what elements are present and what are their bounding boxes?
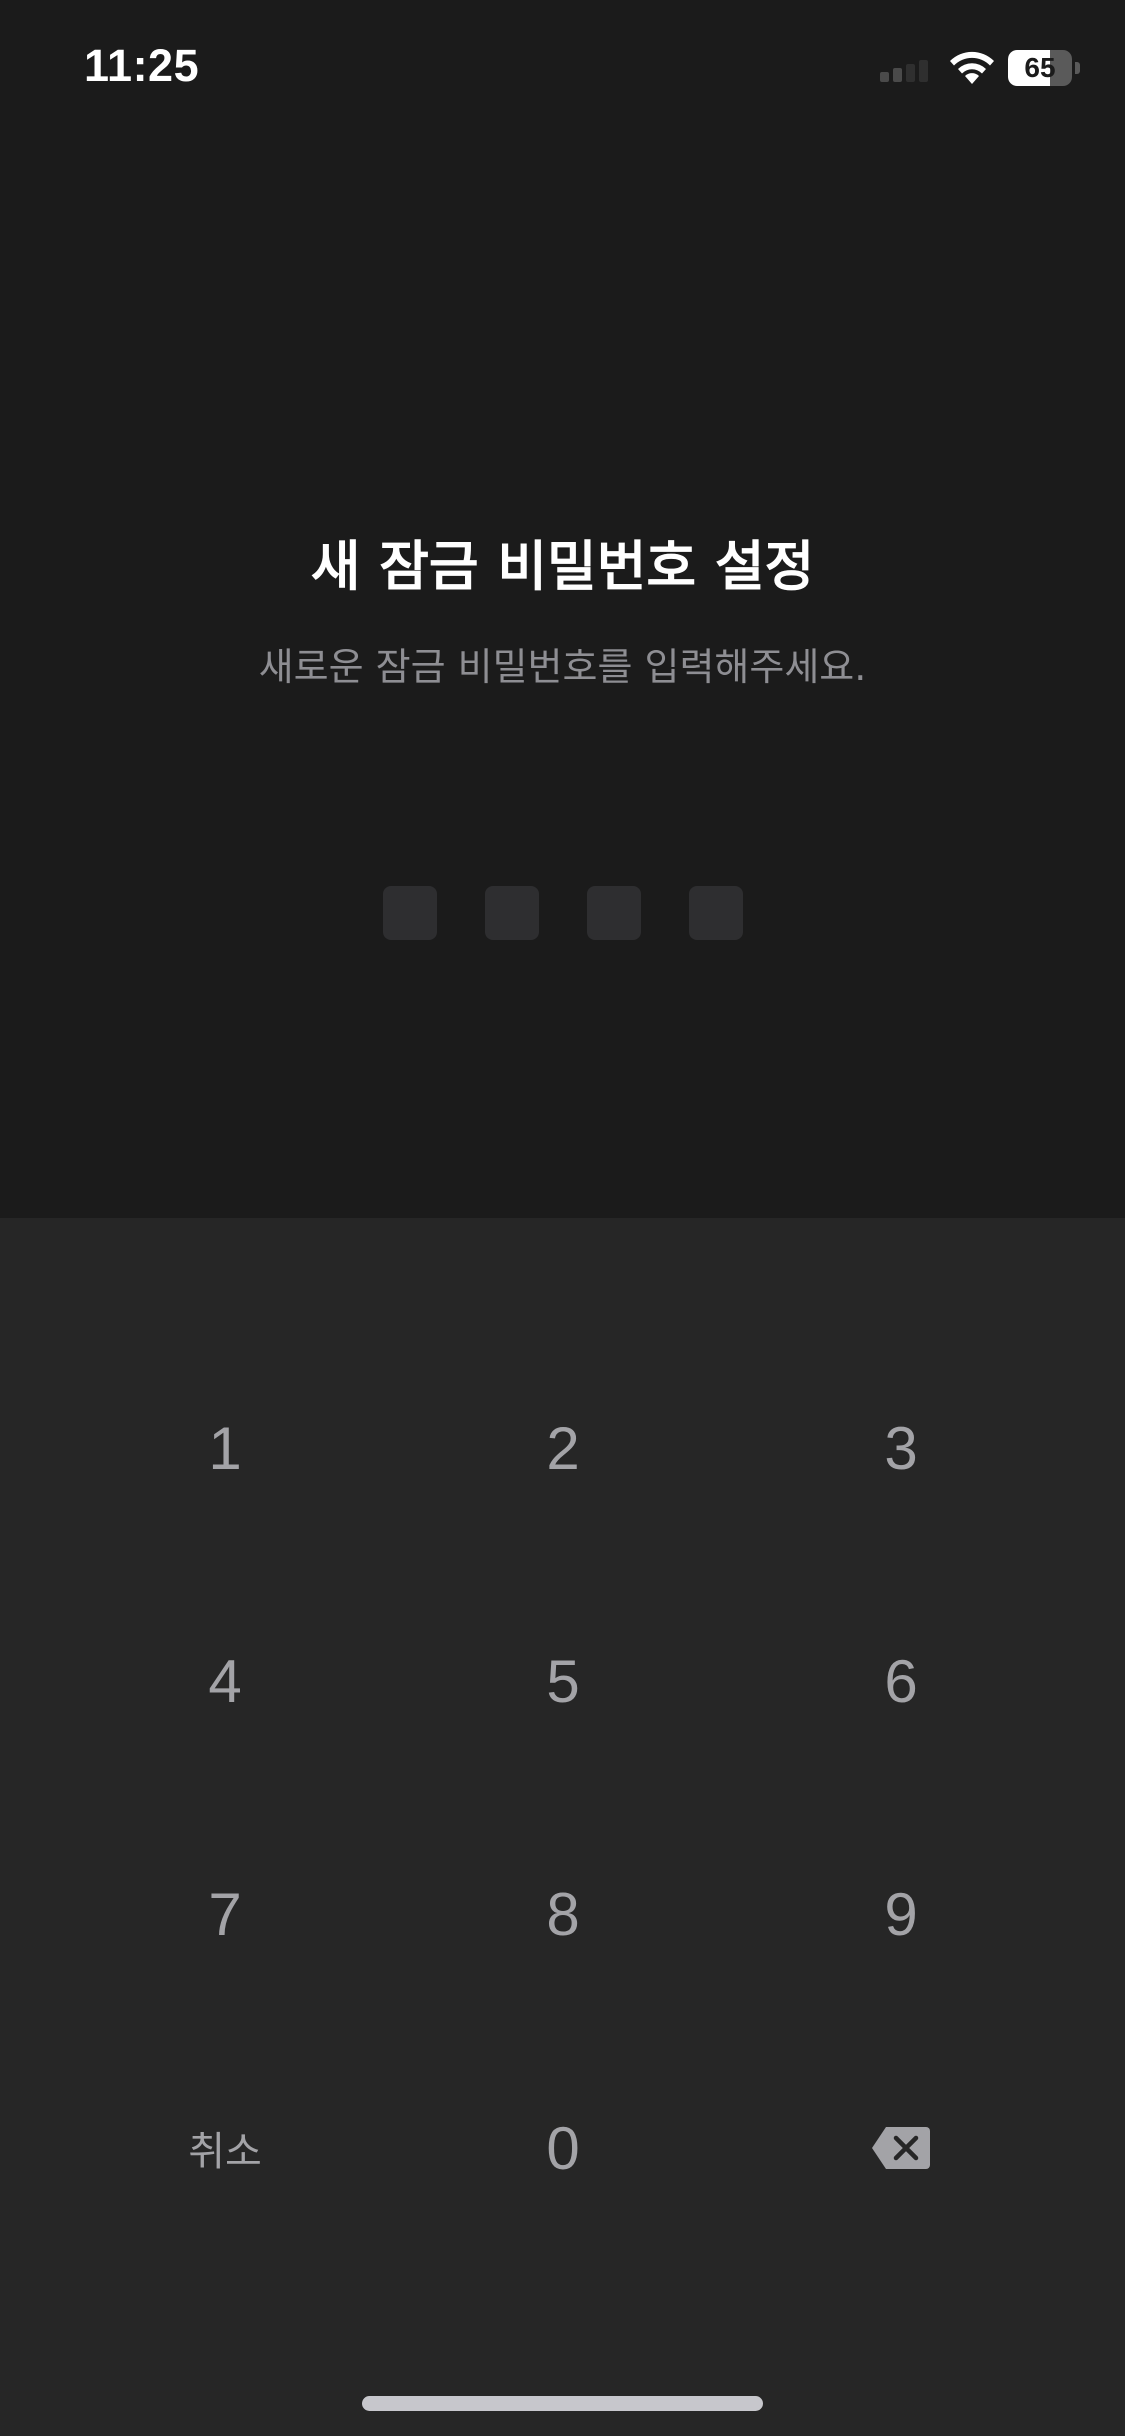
key-6[interactable]: 6 <box>732 1581 1070 1781</box>
battery-level: 65 <box>1024 52 1056 83</box>
pin-box <box>587 886 641 940</box>
top-area: 11:25 65 새 잠금 비밀번호 설정 새로운 잠금 비밀번호를 입력해주세… <box>0 0 1125 1218</box>
key-7[interactable]: 7 <box>56 1814 394 2014</box>
status-time: 11:25 <box>84 40 200 91</box>
battery-cap <box>1075 62 1080 74</box>
wifi-icon <box>950 51 994 84</box>
pin-box <box>689 886 743 940</box>
pin-indicator <box>383 886 743 942</box>
key-0[interactable]: 0 <box>394 2048 732 2248</box>
page-subtitle: 새로운 잠금 비밀번호를 입력해주세요. <box>258 645 867 689</box>
key-3[interactable]: 3 <box>732 1348 1070 1548</box>
key-9[interactable]: 9 <box>732 1814 1070 2014</box>
key-5[interactable]: 5 <box>394 1581 732 1781</box>
battery-body: 65 <box>1008 50 1072 86</box>
number-keypad: 1 2 3 4 5 6 7 8 9 취소 0 <box>0 1218 1125 2436</box>
key-4[interactable]: 4 <box>56 1581 394 1781</box>
backspace-icon <box>872 2127 930 2169</box>
key-8[interactable]: 8 <box>394 1814 732 2014</box>
pin-box <box>485 886 539 940</box>
key-1[interactable]: 1 <box>56 1348 394 1548</box>
cellular-signal-icon <box>880 52 936 82</box>
backspace-button[interactable] <box>732 2048 1070 2248</box>
page-title: 새 잠금 비밀번호 설정 <box>310 535 815 598</box>
cancel-button[interactable]: 취소 <box>56 2048 394 2248</box>
home-indicator[interactable] <box>362 2396 763 2411</box>
status-bar: 11:25 65 <box>0 0 1125 140</box>
key-2[interactable]: 2 <box>394 1348 732 1548</box>
pin-box <box>383 886 437 940</box>
battery-icon: 65 <box>1008 50 1080 86</box>
